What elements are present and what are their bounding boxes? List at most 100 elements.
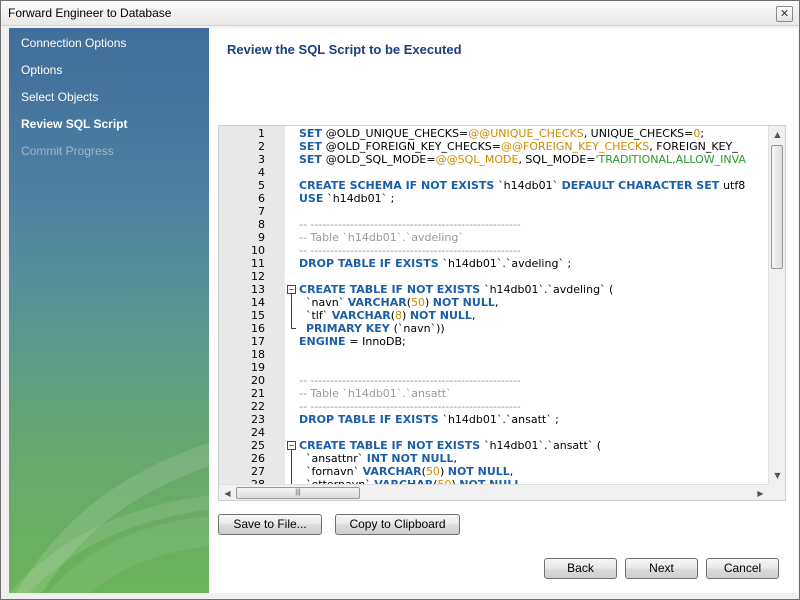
save-to-file-button[interactable]: Save to File... <box>218 514 322 535</box>
code-token: `ansattnr` <box>299 452 367 465</box>
code-token: `fornavn` <box>299 465 363 478</box>
code-token: 50 <box>425 465 440 478</box>
code-token: = InnoDB; <box>349 335 406 348</box>
code-token: NOT NULL <box>409 309 472 322</box>
vertical-scroll-thumb[interactable] <box>771 145 783 269</box>
code-line: -- -------------------------------------… <box>299 244 521 257</box>
window-title: Forward Engineer to Database <box>8 6 172 20</box>
line-number: 6 <box>258 192 265 205</box>
code-token: 'TRADITIONAL,ALLOW_INVA <box>595 153 746 166</box>
scroll-down-icon[interactable]: ▼ <box>769 467 785 484</box>
code-token: DEFAULT CHARACTER SET <box>561 179 724 192</box>
code-token: @@SQL_MODE <box>435 153 519 166</box>
close-button[interactable]: ✕ <box>776 6 793 22</box>
line-number: 22 <box>251 400 265 413</box>
code-token: `h14db01` <box>498 179 562 192</box>
line-number-gutter: 1 2 3 4 5 6 7 8 9 10 11 12 13 14 15 16 17 18 19 20 21 22 23 24 2… <box>219 126 285 491</box>
code-token: 50 <box>411 296 425 309</box>
code-token: SET <box>299 153 326 166</box>
line-number: 19 <box>251 361 265 374</box>
line-number: 16 <box>251 322 265 335</box>
fold-toggle-icon[interactable]: − <box>287 441 296 450</box>
code-line: DROP TABLE IF EXISTS `h14db01`.`ansatt` … <box>299 413 559 426</box>
scroll-up-icon[interactable]: ▲ <box>769 126 785 143</box>
line-number: 2 <box>258 140 265 153</box>
line-number: 10 <box>251 244 265 257</box>
code-line: -- Table `h14db01`.`avdeling` <box>299 231 464 244</box>
code-line: `navn` VARCHAR(50) NOT NULL, <box>299 296 498 309</box>
fold-margin: − − <box>285 126 299 497</box>
code-token: VARCHAR <box>362 465 422 478</box>
code-token: @OLD_FOREIGN_KEY_CHECKS= <box>325 140 501 153</box>
code-token: (`navn`)) <box>393 322 445 335</box>
code-token: 8 <box>395 309 403 322</box>
code-token: SET <box>299 127 326 140</box>
code-token: `h14db01`.`ansatt` ( <box>484 439 602 452</box>
code-token: -- Table `h14db01`.`avdeling` <box>299 231 464 244</box>
fold-end-marker <box>291 328 296 329</box>
scroll-right-icon[interactable]: ▶ <box>752 485 769 500</box>
code-line: `ansattnr` INT NOT NULL, <box>299 452 457 465</box>
code-token: INT NOT NULL <box>366 452 454 465</box>
sidebar-item-review-sql-script: Review SQL Script <box>21 117 128 131</box>
code-area[interactable]: SET @OLD_UNIQUE_CHECKS=@@UNIQUE_CHECKS, … <box>299 126 769 484</box>
horizontal-scroll-thumb[interactable]: ||| <box>236 487 360 499</box>
code-token: PRIMARY KEY <box>306 322 394 335</box>
page-title: Review the SQL Script to be Executed <box>227 42 462 57</box>
line-number: 8 <box>258 218 265 231</box>
code-token: USE <box>299 192 328 205</box>
title-bar[interactable]: Forward Engineer to Database ✕ <box>1 1 799 26</box>
main-content: Review the SQL Script to be Executed 123… <box>209 28 798 593</box>
code-token: VARCHAR <box>347 296 407 309</box>
line-number: 17 <box>251 335 265 348</box>
line-number: 21 <box>251 387 265 400</box>
code-token: `h14db01`.`ansatt` ; <box>442 413 559 426</box>
line-number: 12 <box>251 270 265 283</box>
code-line: `fornavn` VARCHAR(50) NOT NULL, <box>299 465 513 478</box>
dialog-window: Forward Engineer to Database ✕ Connectio… <box>0 0 800 600</box>
code-token: ENGINE <box>299 335 350 348</box>
code-token: -- -------------------------------------… <box>299 374 521 387</box>
code-token: utf8 <box>723 179 746 192</box>
code-token: VARCHAR <box>331 309 391 322</box>
code-line: PRIMARY KEY (`navn`)) <box>299 322 445 335</box>
horizontal-scrollbar[interactable]: ◀ ||| ▶ <box>219 484 769 500</box>
code-token: `navn` <box>299 296 348 309</box>
code-token: @OLD_SQL_MODE= <box>325 153 436 166</box>
code-token: NOT NULL <box>447 465 510 478</box>
back-button[interactable]: Back <box>544 558 617 579</box>
code-token: , UNIQUE_CHECKS= <box>583 127 694 140</box>
fold-toggle-icon[interactable]: − <box>287 285 296 294</box>
sidebar-item-commit-progress: Commit Progress <box>21 144 114 158</box>
sidebar-item-select-objects: Select Objects <box>21 90 99 104</box>
vertical-scrollbar[interactable]: ▲ ▼ <box>768 126 785 484</box>
code-line: SET @OLD_SQL_MODE=@@SQL_MODE, SQL_MODE='… <box>299 153 746 166</box>
wizard-sidebar: Connection Options Options Select Object… <box>9 28 209 593</box>
code-token: `h14db01` ; <box>327 192 395 205</box>
code-token: @@UNIQUE_CHECKS <box>468 127 584 140</box>
code-token: , <box>494 296 499 309</box>
code-line: CREATE SCHEMA IF NOT EXISTS `h14db01` DE… <box>299 179 745 192</box>
code-token: CREATE TABLE IF NOT EXISTS <box>299 283 485 296</box>
copy-to-clipboard-button[interactable]: Copy to Clipboard <box>335 514 460 535</box>
code-line: DROP TABLE IF EXISTS `h14db01`.`avdeling… <box>299 257 571 270</box>
code-line: CREATE TABLE IF NOT EXISTS `h14db01`.`an… <box>299 439 601 452</box>
line-number: 25 <box>251 439 265 452</box>
scroll-left-icon[interactable]: ◀ <box>219 485 236 500</box>
line-number: 9 <box>258 231 265 244</box>
cancel-button[interactable]: Cancel <box>706 558 779 579</box>
fold-guide-line <box>291 294 292 328</box>
code-token: CREATE TABLE IF NOT EXISTS <box>299 439 485 452</box>
line-number: 20 <box>251 374 265 387</box>
code-token: -- -------------------------------------… <box>299 218 521 231</box>
sql-script-editor[interactable]: 1 2 3 4 5 6 7 8 9 10 11 12 13 14 15 16 17 18 19 20 21 22 23 24 2… <box>218 125 786 501</box>
code-token: `h14db01`.`avdeling` ( <box>484 283 614 296</box>
line-number: 7 <box>258 205 265 218</box>
code-line: CREATE TABLE IF NOT EXISTS `h14db01`.`av… <box>299 283 613 296</box>
sidebar-item-connection-options: Connection Options <box>21 36 127 50</box>
next-button[interactable]: Next <box>625 558 698 579</box>
line-number: 26 <box>251 452 265 465</box>
code-token: DROP TABLE IF EXISTS <box>299 257 443 270</box>
code-line: -- -------------------------------------… <box>299 218 521 231</box>
sidebar-item-options: Options <box>21 63 63 77</box>
